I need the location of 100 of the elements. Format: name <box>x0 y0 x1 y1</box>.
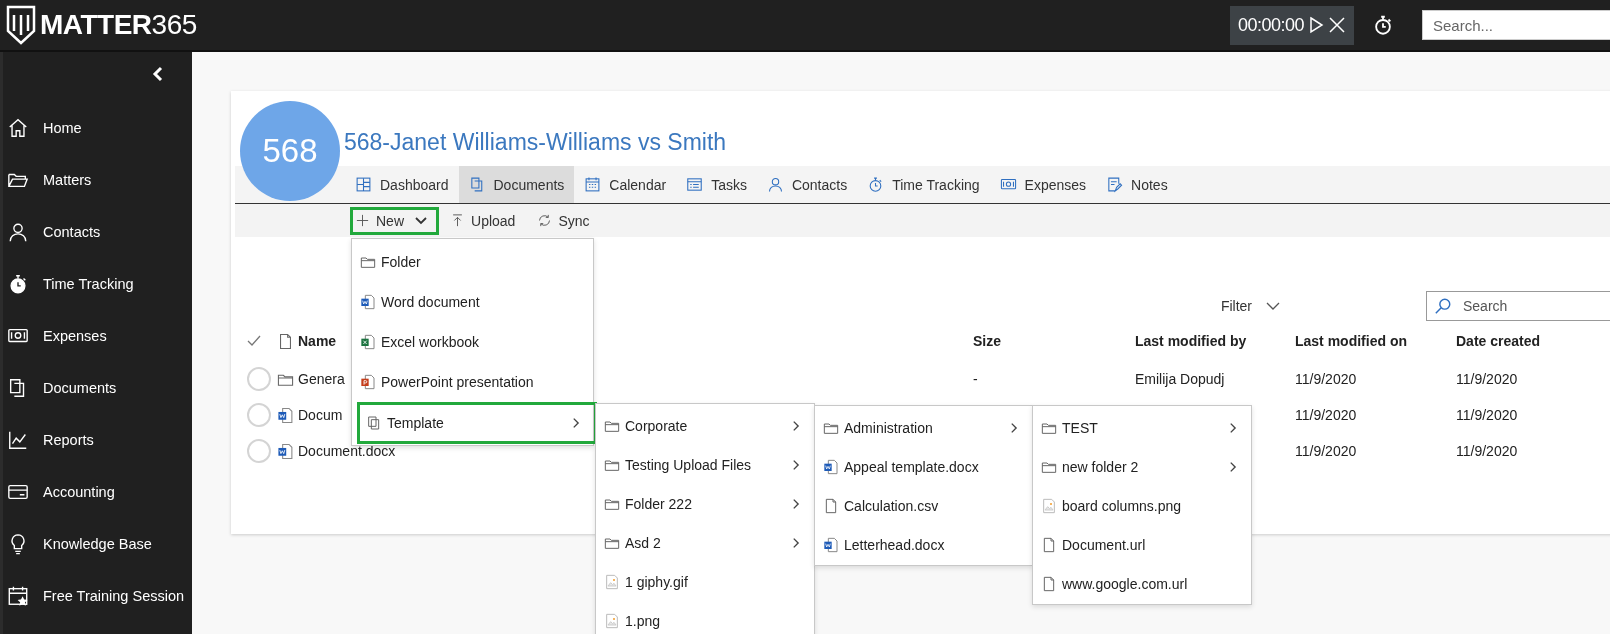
folder-icon <box>360 254 376 270</box>
tab[interactable]: Contacts <box>756 166 858 203</box>
sidebar-item[interactable]: Expenses <box>3 310 192 362</box>
copy-icon <box>366 415 382 431</box>
sidebar-item[interactable]: Documents <box>3 362 192 414</box>
column-header[interactable]: Size <box>973 333 1001 349</box>
matter-title: 568-Janet Williams-Williams vs Smith <box>344 129 727 155</box>
menu-item[interactable]: Letterhead.docx <box>815 525 1032 564</box>
menu-item[interactable]: Folder 222 <box>596 484 814 523</box>
upload-icon <box>450 213 465 228</box>
shield-logo-icon <box>6 5 36 45</box>
play-icon[interactable] <box>1307 16 1325 34</box>
chart-icon <box>7 429 29 451</box>
home-icon <box>7 117 29 139</box>
table-cell: 11/9/2020 <box>1456 371 1518 387</box>
grid-icon <box>355 176 372 193</box>
menu-item[interactable]: Calculation.csv <box>815 486 1032 525</box>
file-name[interactable]: Document.docx <box>298 443 396 459</box>
toolbar-button[interactable]: Upload <box>445 206 527 235</box>
tab[interactable]: Time Tracking <box>857 166 990 203</box>
tab[interactable]: Documents <box>458 166 575 203</box>
menu-item[interactable]: Word document <box>352 282 593 322</box>
sync-icon <box>537 213 553 228</box>
word-file-icon <box>360 294 376 310</box>
tab[interactable]: Expenses <box>989 166 1097 203</box>
menu-item[interactable]: TEST <box>1033 408 1251 447</box>
word-file-icon <box>277 442 294 460</box>
check-icon[interactable] <box>247 334 261 348</box>
file-icon <box>1041 575 1057 592</box>
sidebar-item[interactable]: Reports <box>3 414 192 466</box>
timer: 00:00:00 <box>1229 5 1354 45</box>
tab[interactable]: Calendar <box>574 166 677 203</box>
word-file-icon <box>277 406 294 424</box>
filter-button[interactable]: Filter <box>1214 297 1286 315</box>
stopwatch-icon[interactable] <box>1372 14 1394 36</box>
menu-item[interactable]: 1 giphy.gif <box>596 562 814 601</box>
sidebar-item[interactable]: Knowledge Base <box>3 518 192 570</box>
column-header[interactable]: Last modified by <box>1135 333 1247 349</box>
sidebar-item[interactable]: Time Tracking <box>3 258 192 310</box>
file-icon <box>1041 536 1057 553</box>
word-file-icon <box>823 458 839 475</box>
tab[interactable]: Tasks <box>676 166 757 203</box>
menu-item[interactable]: PowerPoint presentation <box>352 362 593 402</box>
menu-item[interactable]: Asd 2 <box>596 523 814 562</box>
sidebar-item[interactable]: Matters <box>3 154 192 206</box>
note-icon <box>1106 176 1124 193</box>
column-header[interactable]: Name <box>298 333 337 349</box>
search-field[interactable]: Search... <box>1422 10 1610 40</box>
menu-item[interactable]: Corporate <box>596 406 814 445</box>
table-cell: 11/9/2020 <box>1456 443 1518 459</box>
file-name[interactable]: Docum <box>298 407 343 423</box>
image-file-icon <box>604 573 620 590</box>
search-field[interactable]: Search <box>1426 291 1610 321</box>
file-icon <box>823 497 839 514</box>
file-icon <box>277 332 294 350</box>
chevron-down-icon <box>1266 301 1280 311</box>
image-file-icon <box>1041 497 1057 514</box>
image-file-icon <box>604 612 620 629</box>
word-file-icon <box>823 536 839 553</box>
person-icon <box>7 221 29 243</box>
chevron-left-icon[interactable] <box>152 66 164 82</box>
table-cell: 11/9/2020 <box>1295 371 1357 387</box>
menu-item[interactable]: Folder <box>352 242 593 282</box>
menu-item[interactable]: Administration <box>815 408 1032 447</box>
close-icon[interactable] <box>1328 16 1346 34</box>
table-cell: 11/9/2020 <box>1295 443 1357 459</box>
toolbar-button[interactable]: Sync <box>532 206 601 235</box>
sidebar-item[interactable]: Free Training Session <box>3 570 192 622</box>
menu-item[interactable]: www.google.com.url <box>1033 564 1251 603</box>
tab[interactable]: Dashboard <box>345 166 459 203</box>
menu-item[interactable]: Template <box>357 402 597 444</box>
file-name[interactable]: Genera <box>298 371 345 387</box>
list-icon <box>686 176 704 193</box>
calendar-icon <box>584 176 602 193</box>
sidebar-item[interactable]: Home <box>3 102 192 154</box>
menu-item[interactable]: Excel workbook <box>352 322 593 362</box>
menu-item[interactable]: Document.url <box>1033 525 1251 564</box>
column-header[interactable]: Date created <box>1456 333 1541 349</box>
tab[interactable]: Notes <box>1096 166 1178 203</box>
excel-file-icon <box>360 334 376 350</box>
sidebar-item[interactable]: Accounting <box>3 466 192 518</box>
table-cell: 11/9/2020 <box>1295 407 1357 423</box>
sidebar-item[interactable]: Contacts <box>3 206 192 258</box>
calendar-icon <box>7 585 29 607</box>
table-cell: 11/9/2020 <box>1456 407 1518 423</box>
app-logo: MATTER365 <box>40 9 197 41</box>
matter-avatar: 568 <box>240 101 340 201</box>
powerpoint-file-icon <box>360 374 376 390</box>
menu-item[interactable]: 1.png <box>596 601 814 634</box>
search-icon <box>1434 297 1452 315</box>
person-icon <box>766 176 784 193</box>
menu-item[interactable]: Testing Upload Files <box>596 445 814 484</box>
menu-item[interactable]: board columns.png <box>1033 486 1251 525</box>
dropdown-button[interactable]: New <box>350 206 439 235</box>
menu-item[interactable]: Appeal template.docx <box>815 447 1032 486</box>
table-cell: Emilija Dopudj <box>1135 371 1225 387</box>
menu-item[interactable]: new folder 2 <box>1033 447 1251 486</box>
table-cell: - <box>973 371 978 387</box>
plus-icon <box>355 213 370 228</box>
column-header[interactable]: Last modified on <box>1295 333 1407 349</box>
